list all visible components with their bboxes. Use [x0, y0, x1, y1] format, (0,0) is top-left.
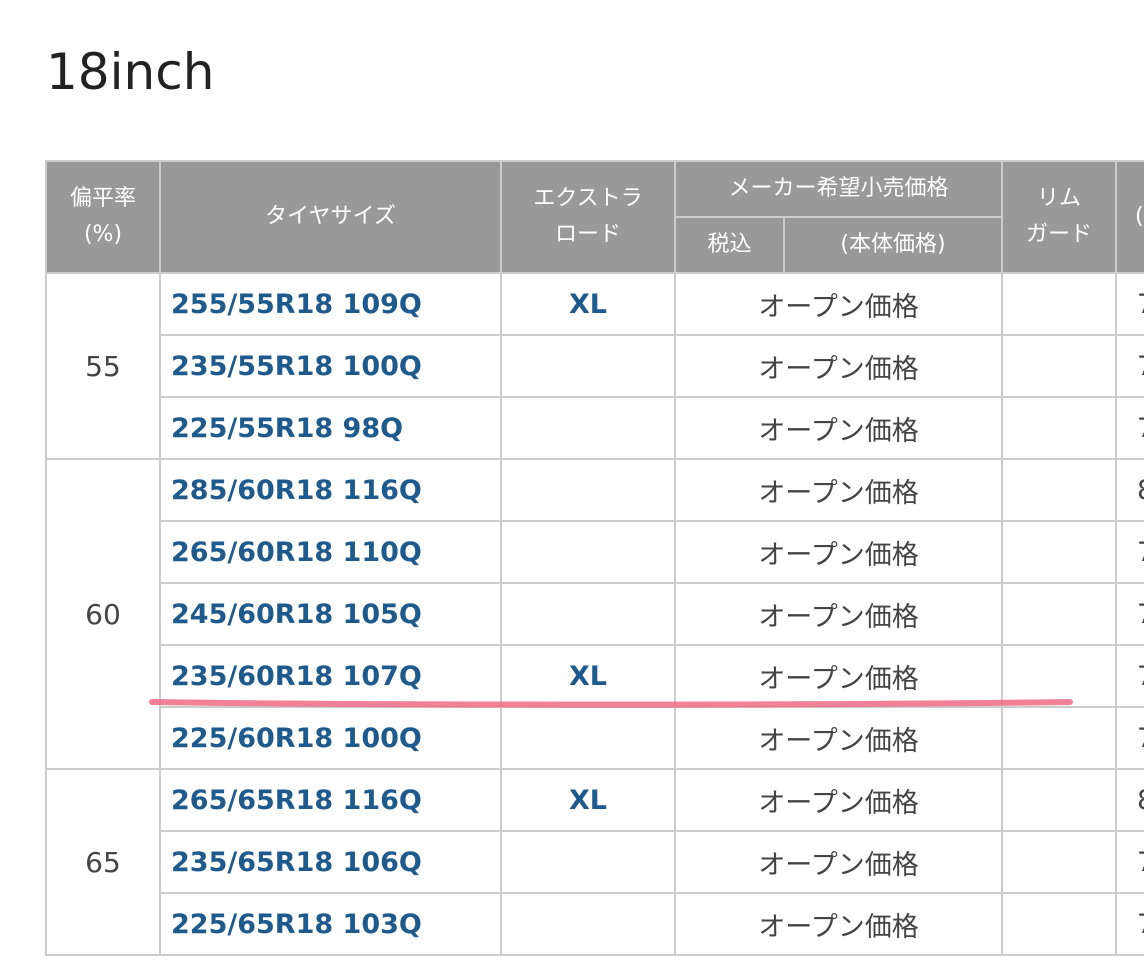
extra-load-cell	[500, 520, 676, 584]
tire-size-link[interactable]: 225/55R18 98Q	[159, 396, 502, 460]
extra-load-cell: XL	[500, 768, 676, 832]
price-cell: オープン価格	[673, 706, 1004, 770]
tire-size-link[interactable]: 235/65R18 106Q	[159, 830, 502, 894]
tire-size-table-wrapper[interactable]: 偏平率 (%) タイヤサイズ エクストラ ロード メーカー希望小売価格 リム ガ…	[45, 160, 1144, 956]
aspect-ratio-cell: 60	[45, 458, 161, 770]
price-cell: オープン価格	[673, 830, 1004, 894]
extra-load-cell	[500, 458, 676, 522]
price-cell: オープン価格	[673, 334, 1004, 398]
rim-guard-cell	[1001, 892, 1118, 956]
table-row: 225/55R18 98Q オープン価格 7	[46, 396, 1144, 460]
next-column-cell: 7	[1115, 706, 1144, 770]
next-column-cell: 7	[1115, 334, 1144, 398]
header-price-base: (本体価格)	[782, 216, 1004, 274]
table-row: 55255/55R18 109QXLオープン価格7	[45, 272, 1144, 460]
rim-guard-cell	[1001, 458, 1118, 522]
price-cell: オープン価格	[673, 396, 1004, 460]
rim-guard-cell	[1001, 396, 1118, 460]
next-column-cell: 7	[1115, 272, 1144, 336]
price-cell: オープン価格	[673, 520, 1004, 584]
tire-size-link[interactable]: 225/65R18 103Q	[159, 892, 502, 956]
price-cell: オープン価格	[673, 272, 1004, 336]
rim-guard-cell	[1001, 706, 1118, 770]
rim-guard-cell	[1001, 272, 1118, 336]
table-row: 65265/65R18 116QXLオープン価格8	[45, 768, 1144, 956]
extra-load-cell: XL	[500, 644, 676, 708]
table-row: 225/65R18 103Q オープン価格 7	[46, 892, 1144, 956]
table-row: 60285/60R18 116Q オープン価格 8	[45, 458, 1144, 770]
tire-size-link[interactable]: 265/60R18 110Q	[159, 520, 502, 584]
price-cell: オープン価格	[673, 458, 1004, 522]
table-row: 235/60R18 107QXLオープン価格 7	[46, 644, 1144, 708]
extra-load-cell	[500, 396, 676, 460]
table-row: 245/60R18 105Q オープン価格 7	[46, 582, 1144, 646]
tire-size-link[interactable]: 225/60R18 100Q	[159, 706, 502, 770]
rim-guard-cell	[1001, 334, 1118, 398]
next-column-cell: 7	[1115, 830, 1144, 894]
extra-load-cell	[500, 334, 676, 398]
header-tire-size: タイヤサイズ	[159, 160, 502, 274]
extra-load-cell	[500, 892, 676, 956]
next-column-cell: 7	[1115, 520, 1144, 584]
header-extra-load: エクストラ ロード	[500, 160, 676, 274]
tire-size-link[interactable]: 265/65R18 116Q	[159, 768, 502, 832]
next-column-cell: 7	[1115, 892, 1144, 956]
aspect-ratio-cell: 55	[45, 272, 161, 460]
table-row: 235/65R18 106Q オープン価格 7	[46, 830, 1144, 894]
next-column-cell: 8	[1115, 768, 1144, 832]
header-aspect-ratio: 偏平率 (%)	[45, 160, 161, 274]
price-cell: オープン価格	[673, 582, 1004, 646]
rim-guard-cell	[1001, 644, 1118, 708]
table-row: 265/60R18 110Q オープン価格 7	[46, 520, 1144, 584]
tire-size-link[interactable]: 235/55R18 100Q	[159, 334, 502, 398]
table-row: 225/60R18 100Q オープン価格 7	[46, 706, 1144, 770]
tire-size-link[interactable]: 245/60R18 105Q	[159, 582, 502, 646]
header-next-column: (	[1115, 160, 1144, 274]
header-price-tax-included: 税込	[674, 216, 785, 274]
rim-guard-cell	[1001, 768, 1118, 832]
tire-size-link[interactable]: 235/60R18 107Q	[159, 644, 502, 708]
rim-guard-cell	[1001, 830, 1118, 894]
tire-size-link[interactable]: 255/55R18 109Q	[159, 272, 502, 336]
rim-guard-cell	[1001, 520, 1118, 584]
table-body: 55255/55R18 109QXLオープン価格7235/55R18 100Qオ…	[45, 272, 1144, 956]
extra-load-cell	[500, 582, 676, 646]
next-column-cell: 7	[1115, 582, 1144, 646]
aspect-ratio-cell: 65	[45, 768, 161, 956]
next-column-cell: 7	[1115, 396, 1144, 460]
price-cell: オープン価格	[673, 892, 1004, 956]
extra-load-cell	[500, 706, 676, 770]
header-price-group: メーカー希望小売価格	[673, 160, 1004, 218]
next-column-cell: 7	[1115, 644, 1144, 708]
rim-guard-cell	[1001, 582, 1118, 646]
price-cell: オープン価格	[673, 768, 1004, 832]
extra-load-cell: XL	[500, 272, 676, 336]
tire-size-link[interactable]: 285/60R18 116Q	[159, 458, 502, 522]
next-column-cell: 8	[1115, 458, 1144, 522]
table-row: 235/55R18 100Q オープン価格 7	[46, 334, 1144, 398]
page: 18inch 偏平率 (%) タイヤサイズ エクストラ ロード メーカー希望小売…	[0, 0, 1144, 978]
page-title: 18inch	[46, 43, 215, 101]
extra-load-cell	[500, 830, 676, 894]
header-rim-guard: リム ガード	[1001, 160, 1118, 274]
tire-size-table: 偏平率 (%) タイヤサイズ エクストラ ロード メーカー希望小売価格 リム ガ…	[45, 160, 1144, 956]
price-cell: オープン価格	[673, 644, 1004, 708]
